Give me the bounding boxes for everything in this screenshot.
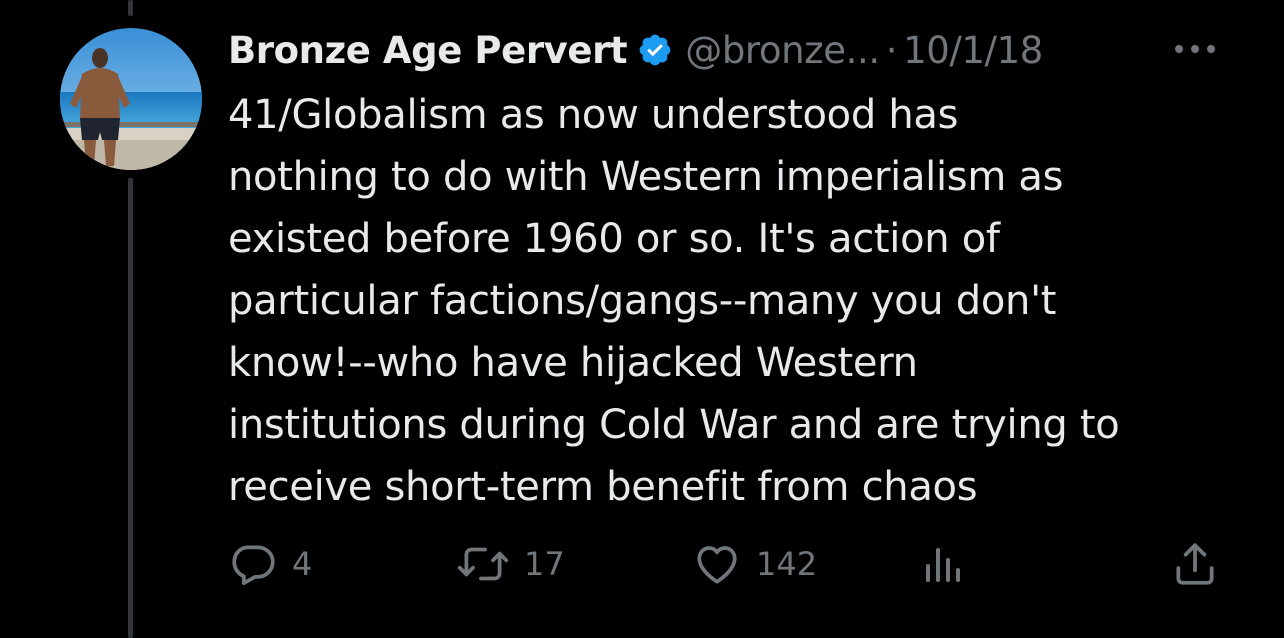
thread-line-top [128, 0, 133, 16]
tweet-text-line: particular factions/gangs--many you don'… [228, 278, 1057, 324]
tweet-text-line: receive short-term benefit from chaos [228, 464, 978, 510]
retweet-button[interactable]: 17 [456, 534, 565, 594]
like-button[interactable]: 142 [692, 534, 817, 594]
author-display-name[interactable]: Bronze Age Pervert [228, 29, 628, 72]
verified-badge-icon [637, 32, 673, 68]
header-separator: · [885, 28, 898, 72]
tweet-text-line: 41/Globalism as now understood has [228, 92, 959, 138]
tweet-text: 41/Globalism as now understood has nothi… [228, 84, 1238, 518]
tweet-date[interactable]: 10/1/18 [903, 29, 1043, 72]
share-icon [1176, 543, 1214, 585]
tweet-actions-bar: 4 17 142 [228, 534, 1228, 594]
retweet-count: 17 [524, 545, 565, 583]
reply-icon [232, 545, 275, 586]
share-button[interactable] [1170, 534, 1220, 594]
more-icon[interactable] [1170, 34, 1220, 64]
reply-button[interactable]: 4 [228, 534, 312, 594]
author-handle[interactable]: @bronze... [685, 29, 880, 72]
heart-icon [697, 546, 737, 584]
views-icon [926, 548, 960, 582]
avatar-image [60, 28, 202, 170]
avatar[interactable] [60, 28, 202, 170]
tweet-text-line: nothing to do with Western imperialism a… [228, 154, 1064, 200]
tweet-text-line: know!--who have hijacked Western [228, 340, 918, 386]
views-button[interactable] [922, 534, 966, 594]
tweet-text-line: institutions during Cold War and are try… [228, 402, 1120, 448]
thread-line-bottom [128, 178, 133, 638]
retweet-icon [457, 547, 509, 581]
like-count: 142 [756, 545, 818, 583]
tweet-header: Bronze Age Pervert @bronze... · 10/1/18 [228, 24, 1238, 76]
tweet-text-line: existed before 1960 or so. It's action o… [228, 216, 1000, 262]
reply-count: 4 [292, 545, 313, 583]
